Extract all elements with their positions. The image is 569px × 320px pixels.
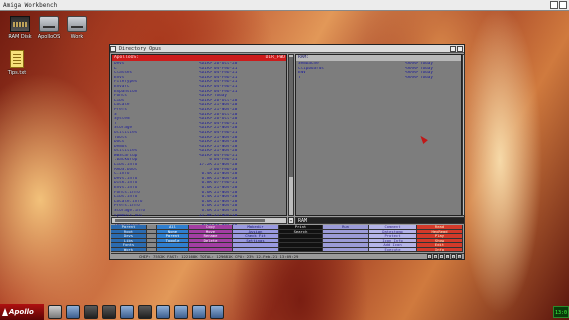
scroll-knob[interactable] <box>289 57 293 177</box>
desktop-icon-label: RAM Disk <box>8 34 32 40</box>
status-gadget-button[interactable]: E <box>433 254 438 259</box>
right-path-bar[interactable]: RAM: <box>296 55 461 61</box>
left-lister[interactable]: ApolloOS: DIR_FWD Devs <DIR> 26-Oct-20 L <DI… <box>111 54 287 236</box>
shell-icon[interactable] <box>48 305 62 319</box>
workbench-title-bar: Amiga Workbench <box>0 0 569 11</box>
desktop-icon-tips[interactable]: Tips.txt <box>2 50 32 76</box>
settings-icon[interactable] <box>84 305 98 319</box>
button-bank: Parent Root Devs Libs Fonts Work All None Parent… <box>111 225 464 252</box>
drive-icon <box>67 16 87 32</box>
button-column: All None Parent Toggle <box>157 225 189 252</box>
button-column: Comment Datestamp Protect Icon Info Add Icon… <box>369 225 417 252</box>
dopus-command-button[interactable] <box>279 247 323 252</box>
taskbar: Apollo 13:0 <box>0 304 569 320</box>
dopus-command-button[interactable] <box>157 247 189 252</box>
drive-icon[interactable] <box>156 305 170 319</box>
dopus-title: Directory Opus <box>119 46 162 52</box>
right-file-list[interactable]: Sembache <RAM> Today Clipboards <RAM> Today EN… <box>296 61 461 80</box>
status-text: CHIP: 7552K FAST: 122168K TOTAL: 129681K… <box>139 254 299 259</box>
dopus-command-button[interactable]: Execute <box>369 247 417 252</box>
file-name: T <box>298 75 301 80</box>
status-gadget-button[interactable]: Q <box>457 254 462 259</box>
left-path-extra: DIR_FWD <box>265 55 285 60</box>
dopus-command-button[interactable]: Work <box>111 247 147 252</box>
file-date: Today <box>420 75 433 80</box>
status-gadget-button[interactable]: C <box>445 254 450 259</box>
desktop-icon-work[interactable]: Work <box>62 16 92 40</box>
button-column: Read HexRead Play Show Edit Info <box>417 225 463 252</box>
workbench-title: Amiga Workbench <box>3 2 58 9</box>
apollo-start-button[interactable]: Apollo <box>0 304 44 320</box>
swap-listers-button[interactable]: ↔ <box>288 217 294 224</box>
screen-gadgets <box>550 1 567 9</box>
right-path: RAM: <box>298 55 310 60</box>
button-column <box>147 225 157 252</box>
left-scrollbar[interactable] <box>288 54 294 216</box>
left-horizontal-scrollbar[interactable] <box>111 217 287 224</box>
right-hbar-label: RAM <box>298 218 308 224</box>
button-column: Parent Root Devs Libs Fonts Work <box>111 225 147 252</box>
depth-gadget-icon[interactable] <box>457 46 463 52</box>
left-path: ApolloOS: <box>114 55 139 60</box>
desktop-icon-label: Tips.txt <box>7 70 27 76</box>
scroll-knob[interactable] <box>115 219 265 222</box>
browser-icon[interactable] <box>66 305 80 319</box>
drive-icon[interactable] <box>192 305 206 319</box>
dopus-command-button[interactable] <box>323 247 369 252</box>
grid-app-icon[interactable] <box>102 305 116 319</box>
status-gadget-button[interactable]: I <box>451 254 456 259</box>
button-column: Run <box>323 225 369 252</box>
zoom-gadget-icon[interactable] <box>450 46 456 52</box>
text-file-icon <box>10 50 24 68</box>
left-file-list[interactable]: Devs <DIR> 26-Oct-20 L <DIR> 04-Feb-21 Classes… <box>112 61 286 237</box>
status-buttons: ? E F C I Q <box>427 254 462 259</box>
close-gadget-icon[interactable] <box>110 46 116 52</box>
drive-icon <box>39 16 59 32</box>
drive-icon[interactable] <box>210 305 224 319</box>
zoom-gadget-icon[interactable] <box>559 1 567 9</box>
file-row[interactable]: T <RAM> Today <box>298 76 459 81</box>
dopus-command-button[interactable] <box>233 247 279 252</box>
depth-gadget-icon[interactable] <box>550 1 558 9</box>
status-gadget-button[interactable]: F <box>439 254 444 259</box>
dopus-command-button[interactable] <box>147 247 157 252</box>
ram-disk-icon <box>10 16 30 32</box>
button-column: Copy Move Rename Delete <box>189 225 233 252</box>
right-horizontal-scrollbar[interactable]: RAM <box>295 217 465 224</box>
button-column: Print Search <box>279 225 323 252</box>
button-column: Makedir Assign Check Fit Settings <box>233 225 279 252</box>
dopus-window: Directory Opus ApolloOS: DIR_FWD Devs <DI… <box>109 44 465 260</box>
right-scrollbar[interactable] <box>462 54 465 216</box>
monitor-icon[interactable] <box>120 305 134 319</box>
desktop-icon-label: ApolloOS <box>37 34 61 40</box>
desktop-icon-label: Work <box>70 34 84 40</box>
drive-icon[interactable] <box>174 305 188 319</box>
desktop-icon-apolloos[interactable]: ApolloOS <box>34 16 64 40</box>
music-icon[interactable] <box>138 305 152 319</box>
right-lister[interactable]: RAM: Sembache <RAM> Today Clipboards <RAM> To… <box>295 54 462 216</box>
file-size: <RAM> <box>405 75 418 80</box>
status-gadget-button[interactable]: ? <box>427 254 432 259</box>
desktop-icon-ram-disk[interactable]: RAM Disk <box>5 16 35 40</box>
dopus-title-bar[interactable]: Directory Opus <box>110 45 464 53</box>
left-path-bar[interactable]: ApolloOS: DIR_FWD <box>112 55 286 61</box>
clock: 13:0 <box>553 306 569 318</box>
dopus-command-button[interactable]: Info <box>417 247 463 252</box>
status-bar: CHIP: 7552K FAST: 122168K TOTAL: 129681K… <box>111 253 464 259</box>
dopus-command-button[interactable] <box>189 247 233 252</box>
